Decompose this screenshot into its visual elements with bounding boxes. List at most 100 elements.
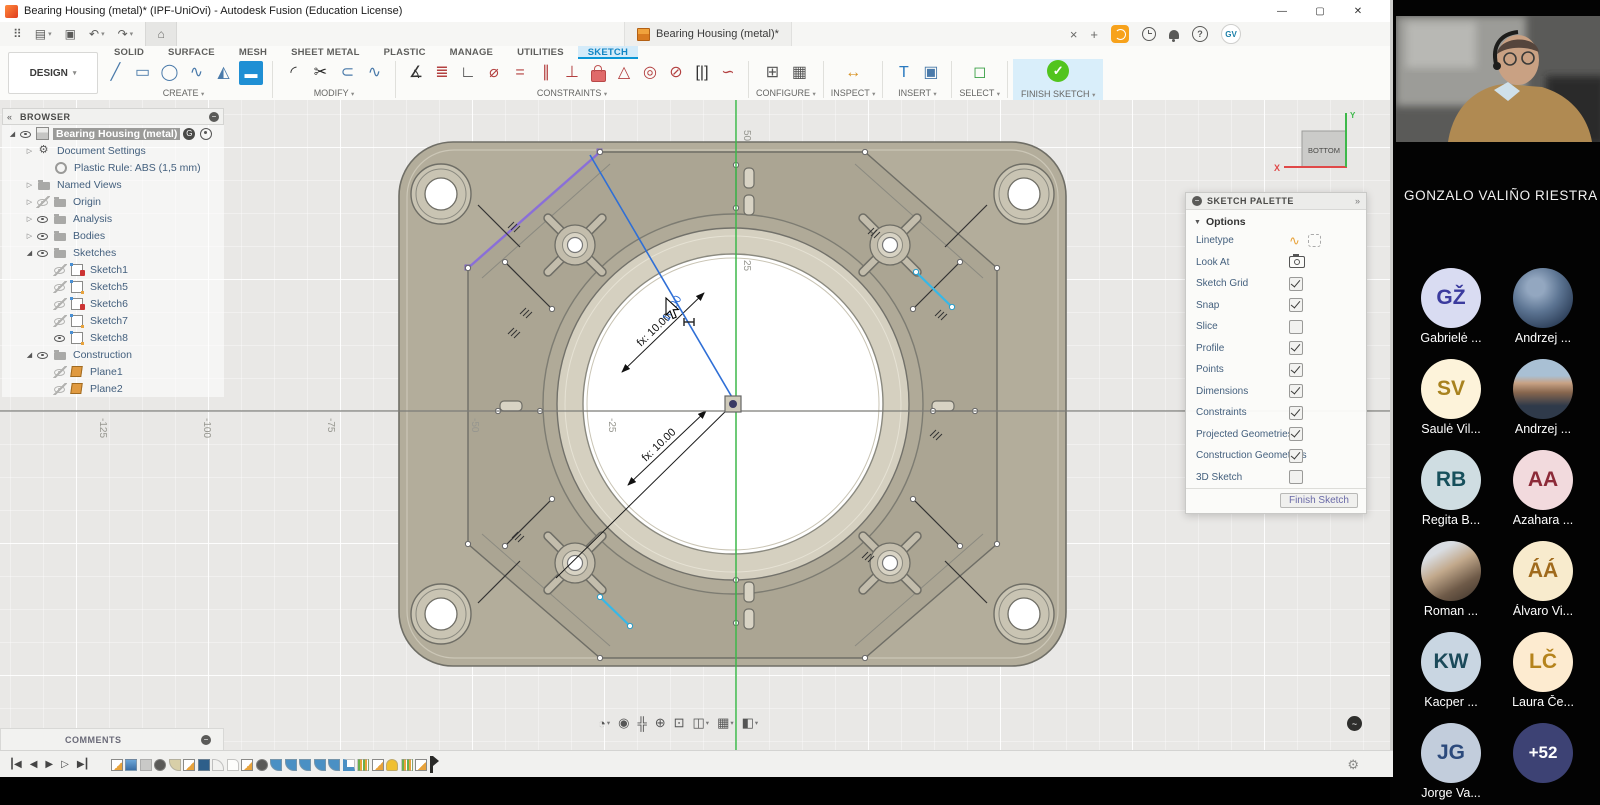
perpendicular-icon[interactable]: ⊥ <box>559 60 585 86</box>
expander-closed-icon[interactable]: ▷ <box>23 147 36 155</box>
fix-icon[interactable] <box>585 60 611 86</box>
help-icon[interactable]: ? <box>1192 26 1208 42</box>
timeline-playhead[interactable] <box>430 756 433 773</box>
go-to-start-button[interactable]: ┃◀ <box>9 759 21 770</box>
browser-row-plastic-rule-abs-1-5-mm[interactable]: Plastic Rule: ABS (1,5 mm) <box>2 159 224 176</box>
visibility-off-icon[interactable] <box>53 298 67 310</box>
participant-52[interactable]: +52 <box>1500 723 1586 805</box>
select-window-icon[interactable]: ◻ <box>966 60 993 86</box>
participant-initials-avatar[interactable]: AA <box>1513 450 1573 510</box>
configuration-table-icon[interactable]: ▦ <box>786 60 813 86</box>
browser-row-sketch8[interactable]: Sketch8 <box>2 329 224 346</box>
comments-toggle-icon[interactable]: − <box>201 735 211 745</box>
new-tab-icon[interactable]: + <box>1090 27 1098 42</box>
corner-icon[interactable]: ∟ <box>455 60 481 86</box>
panel-divider[interactable] <box>1390 0 1393 777</box>
create-group-label[interactable]: CREATE ▾ <box>163 88 205 98</box>
feedback-bubble-icon[interactable]: ~ <box>1347 716 1362 731</box>
browser-row-sketches[interactable]: ◢Sketches <box>2 244 224 261</box>
collinear-icon[interactable]: ≣ <box>429 60 455 86</box>
visibility-on-icon[interactable] <box>53 332 67 344</box>
timeline-feature-extrude-2[interactable] <box>125 759 137 771</box>
timeline-feature-shell-14[interactable] <box>299 759 311 771</box>
participant-initials-avatar[interactable]: RB <box>1421 450 1481 510</box>
display-settings-icon[interactable]: ◫▾ <box>691 714 712 732</box>
expander-closed-icon[interactable]: ▷ <box>23 232 36 240</box>
participant-initials-avatar[interactable]: SV <box>1421 359 1481 419</box>
timeline-feature-sketch-1[interactable] <box>111 759 123 771</box>
finish-sketch-button[interactable]: ✓ FINISH SKETCH ▾ <box>1013 59 1103 100</box>
timeline-feature-fillet-light-8[interactable] <box>212 759 224 771</box>
insert-fastener-icon[interactable]: T <box>890 60 917 86</box>
browser-row-sketch6[interactable]: Sketch6 <box>2 295 224 312</box>
participant-kacper[interactable]: KWKacper ... <box>1408 632 1494 714</box>
participant-saul-vil[interactable]: SVSaulė Vil... <box>1408 359 1494 441</box>
profile-checkbox[interactable] <box>1289 341 1303 355</box>
visibility-on-icon[interactable] <box>19 128 33 140</box>
participant-photo-avatar[interactable] <box>1421 541 1481 601</box>
participant-photo-avatar[interactable] <box>1513 359 1573 419</box>
slice-checkbox[interactable] <box>1289 320 1303 334</box>
browser-row-bodies[interactable]: ▷Bodies <box>2 227 224 244</box>
palette-expand-icon[interactable]: » <box>1355 196 1360 206</box>
participant-azahara[interactable]: AAAzahara ... <box>1500 450 1586 532</box>
look-at-camera-icon[interactable] <box>1289 256 1305 268</box>
snap-checkbox[interactable] <box>1289 298 1303 312</box>
visibility-off-icon[interactable] <box>53 264 67 276</box>
look-at-icon[interactable]: ◉ <box>616 714 631 732</box>
job-status-icon[interactable] <box>1111 25 1129 43</box>
timeline-feature-bulb-20[interactable] <box>386 759 398 771</box>
participant-regita-b[interactable]: RBRegita B... <box>1408 450 1494 532</box>
browser-display-toggle-icon[interactable]: − <box>209 112 219 122</box>
mirror-icon[interactable]: ◭ <box>210 60 237 86</box>
ribbon-tab-solid[interactable]: SOLID <box>104 46 154 59</box>
browser-row-bearing-housing-metal[interactable]: ◢Bearing Housing (metal)G <box>2 125 224 142</box>
timeline-feature-box-grey-3[interactable] <box>140 759 152 771</box>
timeline-feature-sketch-22[interactable] <box>415 759 427 771</box>
timeline-feature-hole-4[interactable] <box>154 759 166 771</box>
palette-finish-sketch-button[interactable]: Finish Sketch <box>1280 493 1358 508</box>
redo-icon[interactable]: ↷▾ <box>118 27 134 41</box>
zoom-window-icon[interactable]: ⊕ <box>653 714 668 732</box>
browser-collapse-icon[interactable]: « <box>7 112 12 122</box>
fit-icon[interactable]: ⊡ <box>672 714 687 732</box>
triangle-icon[interactable]: △ <box>611 60 637 86</box>
viewports-icon[interactable]: ◧▾ <box>740 714 761 732</box>
dimension-icon[interactable]: ∡ <box>403 60 429 86</box>
symmetry-icon[interactable]: [|] <box>689 60 715 86</box>
timeline-settings-gear-icon[interactable]: ⚙ <box>1347 757 1359 773</box>
visibility-off-icon[interactable] <box>53 383 67 395</box>
origin-point[interactable] <box>725 396 741 412</box>
participant-andrzej[interactable]: Andrzej ... <box>1500 268 1586 350</box>
pan-icon[interactable]: ╬ <box>635 715 648 732</box>
expander-open-icon[interactable]: ◢ <box>6 130 19 138</box>
browser-row-sketch1[interactable]: Sketch1 <box>2 261 224 278</box>
browser-row-document-settings[interactable]: ▷⚙Document Settings <box>2 142 224 159</box>
participant-initials-avatar[interactable]: JG <box>1421 723 1481 783</box>
constraints-group-label[interactable]: CONSTRAINTS ▾ <box>537 88 607 98</box>
visibility-off-icon[interactable] <box>53 281 67 293</box>
document-tab[interactable]: Bearing Housing (metal)* <box>624 22 792 46</box>
concentric-icon[interactable]: ◎ <box>637 60 663 86</box>
participant-initials-avatar[interactable]: KW <box>1421 632 1481 692</box>
go-to-end-button[interactable]: ▶┃ <box>77 759 89 770</box>
timeline-feature-shell-13[interactable] <box>285 759 297 771</box>
play-button[interactable]: ▶ <box>45 759 52 770</box>
configure-icon[interactable]: ⊞ <box>759 60 786 86</box>
participant-photo-avatar[interactable] <box>1513 268 1573 328</box>
timeline-feature-pattern-21[interactable] <box>401 759 413 771</box>
slot-icon[interactable]: ▬ <box>239 61 263 85</box>
points-checkbox[interactable] <box>1289 363 1303 377</box>
browser-row-origin[interactable]: ▷Origin <box>2 193 224 210</box>
browser-row-construction[interactable]: ◢Construction <box>2 346 224 363</box>
participant-lvaro-vi[interactable]: ÁÁÁlvaro Vi... <box>1500 541 1586 623</box>
comments-bar[interactable]: COMMENTS − <box>0 728 224 752</box>
ribbon-tab-manage[interactable]: MANAGE <box>440 46 503 59</box>
step-back-button[interactable]: ◀ <box>30 759 37 770</box>
browser-row-sketch5[interactable]: Sketch5 <box>2 278 224 295</box>
view-cube[interactable]: BOTTOM X Y <box>1274 111 1356 173</box>
timeline-feature-corner-17[interactable] <box>343 759 355 771</box>
trim-icon[interactable]: ✂ <box>307 60 334 86</box>
visibility-on-icon[interactable] <box>36 213 50 225</box>
participant-initials-avatar[interactable]: ÁÁ <box>1513 541 1573 601</box>
